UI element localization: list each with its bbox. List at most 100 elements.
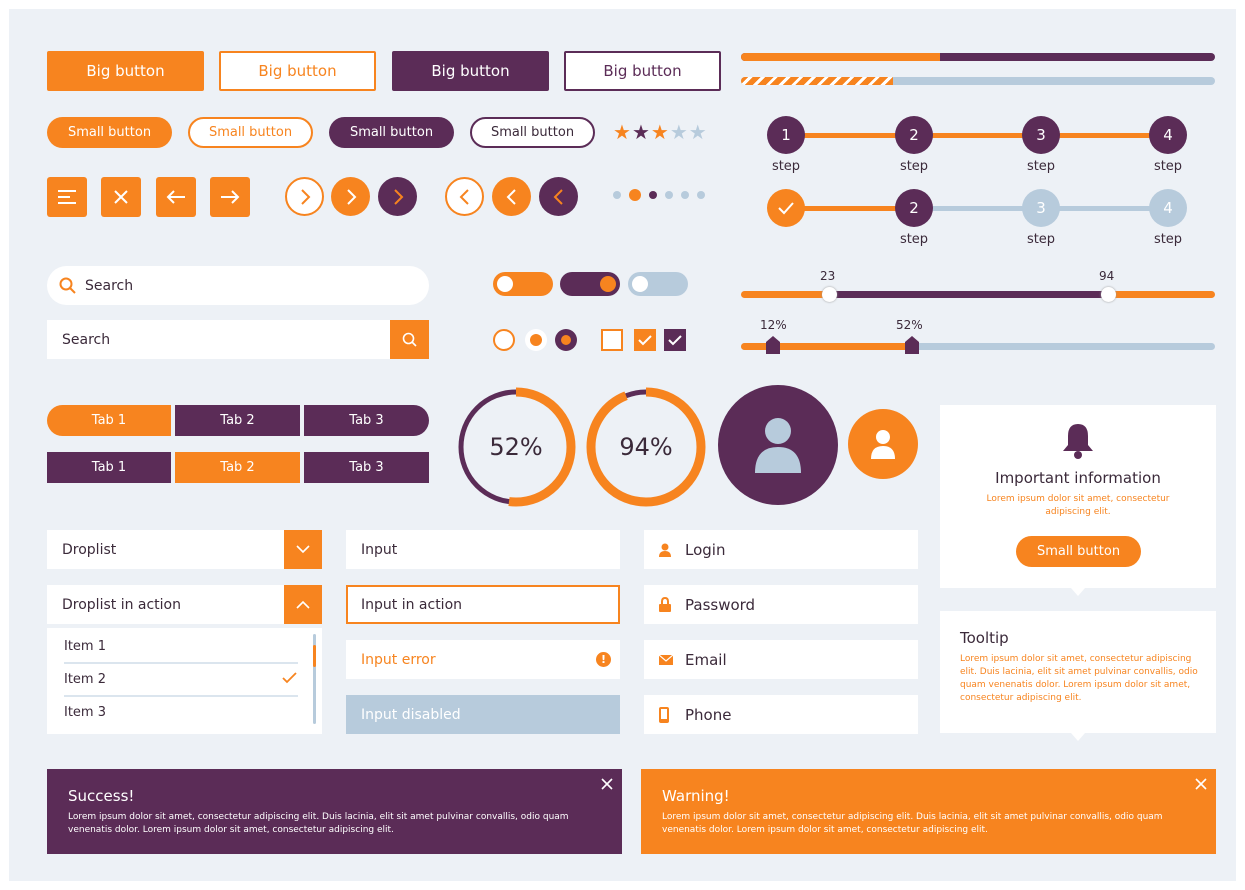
page-dot[interactable] xyxy=(681,191,689,199)
page-dot[interactable] xyxy=(649,191,657,199)
menu-button[interactable] xyxy=(47,177,87,217)
input-normal[interactable]: Input xyxy=(346,530,620,569)
tab-1[interactable]: Tab 1 xyxy=(47,452,171,483)
droplist-item[interactable]: Item 1 xyxy=(64,639,298,664)
login-field[interactable]: Login xyxy=(644,530,918,569)
droplist[interactable]: Droplist xyxy=(47,530,322,569)
search-input[interactable]: Search xyxy=(85,278,133,294)
marker-slider-handle-b[interactable] xyxy=(905,336,919,354)
warning-alert-body: Lorem ipsum dolor sit amet, consectetur … xyxy=(662,812,1163,835)
droplist-scrollbar[interactable] xyxy=(313,634,316,724)
small-button-outline-orange[interactable]: Small button xyxy=(188,117,313,148)
checkbox-checked-orange[interactable] xyxy=(634,329,656,351)
prev-button-orange[interactable] xyxy=(492,177,531,216)
tab-3[interactable]: Tab 3 xyxy=(304,452,429,483)
stepper-top-step-2[interactable]: 2 xyxy=(895,116,933,154)
prev-button-outline[interactable] xyxy=(445,177,484,216)
progress-ring-94: 94% xyxy=(586,387,706,507)
range-slider-handle-low[interactable] xyxy=(822,287,837,302)
radio-dot xyxy=(561,335,571,345)
tab-2-active[interactable]: Tab 2 xyxy=(175,452,300,483)
star-icon[interactable]: ★ xyxy=(613,120,632,144)
avatar-small[interactable] xyxy=(848,409,918,479)
toggle-orange[interactable] xyxy=(493,272,553,296)
marker-slider-handle-a[interactable] xyxy=(766,336,780,354)
stepper-bottom-step-2[interactable]: 2 xyxy=(895,189,933,227)
small-button-outline-purple[interactable]: Small button xyxy=(470,117,595,148)
next-button-purple[interactable] xyxy=(378,177,417,216)
close-button[interactable] xyxy=(101,177,141,217)
close-icon[interactable] xyxy=(601,778,613,790)
search-input[interactable]: Search xyxy=(62,332,110,348)
page-dot-active[interactable] xyxy=(629,189,641,201)
stepper-top-step-1[interactable]: 1 xyxy=(767,116,805,154)
droplist-toggle[interactable] xyxy=(284,530,322,569)
range-slider-low-label: 23 xyxy=(820,269,836,283)
radio-checked-orange[interactable] xyxy=(525,329,547,351)
progress-ring-graphic xyxy=(456,387,576,507)
next-button-orange[interactable] xyxy=(331,177,370,216)
input-text: Input error xyxy=(361,651,436,668)
progress-bar-striped xyxy=(741,77,1215,85)
page-dot[interactable] xyxy=(665,191,673,199)
tab-2[interactable]: Tab 2 xyxy=(175,405,300,436)
page-dot[interactable] xyxy=(613,191,621,199)
droplist-menu: Item 1 Item 2 Item 3 xyxy=(47,628,322,734)
search-bar-with-button[interactable]: Search xyxy=(47,320,429,359)
droplist-item[interactable]: Item 3 xyxy=(64,705,298,730)
next-button-outline[interactable] xyxy=(285,177,324,216)
star-icon[interactable]: ★ xyxy=(651,120,670,144)
radio-unchecked[interactable] xyxy=(493,329,515,351)
bell-icon xyxy=(1063,424,1093,459)
prev-button-purple[interactable] xyxy=(539,177,578,216)
close-icon[interactable] xyxy=(1195,778,1207,790)
toggle-disabled[interactable] xyxy=(628,272,688,296)
stepper-bottom-step-done[interactable] xyxy=(767,189,805,227)
range-slider-track[interactable] xyxy=(741,287,1215,302)
stepper-bottom-step-3[interactable]: 3 xyxy=(1022,189,1060,227)
checkbox-checked-purple[interactable] xyxy=(664,329,686,351)
checkbox-unchecked[interactable] xyxy=(601,329,623,351)
pagination-dots[interactable] xyxy=(613,189,705,201)
droplist-active[interactable]: Droplist in action xyxy=(47,585,322,624)
big-button-filled-orange[interactable]: Big button xyxy=(47,51,204,91)
small-button-filled-purple[interactable]: Small button xyxy=(329,117,454,148)
notification-body: Lorem ipsum dolor sit amet, consectetur … xyxy=(986,494,1170,517)
big-button-outline-orange[interactable]: Big button xyxy=(219,51,376,91)
big-button-filled-purple[interactable]: Big button xyxy=(392,51,549,91)
input-error[interactable]: Input error ! xyxy=(346,640,620,679)
small-button-filled-orange[interactable]: Small button xyxy=(47,117,172,148)
back-button[interactable] xyxy=(156,177,196,217)
big-button-outline-purple[interactable]: Big button xyxy=(564,51,721,91)
stepper-bottom-step-4[interactable]: 4 xyxy=(1149,189,1187,227)
tab-3[interactable]: Tab 3 xyxy=(304,405,429,436)
star-rating[interactable]: ★★★★★ xyxy=(613,120,708,144)
input-active[interactable]: Input in action xyxy=(346,585,620,624)
droplist-label: Droplist xyxy=(62,541,117,558)
star-icon[interactable]: ★ xyxy=(670,120,689,144)
marker-slider-track[interactable] xyxy=(741,336,1215,354)
search-bar-rounded[interactable]: Search xyxy=(47,266,429,305)
tab-1-active[interactable]: Tab 1 xyxy=(47,405,171,436)
phone-label: Phone xyxy=(685,705,732,724)
email-field[interactable]: Email xyxy=(644,640,918,679)
marker-slider-label-b: 52% xyxy=(896,318,923,332)
range-slider-handle-high[interactable] xyxy=(1101,287,1116,302)
droplist-scroll-thumb[interactable] xyxy=(313,645,316,667)
phone-field[interactable]: Phone xyxy=(644,695,918,734)
star-icon[interactable]: ★ xyxy=(689,120,708,144)
search-button[interactable] xyxy=(390,320,429,359)
chevron-up-icon xyxy=(296,600,310,609)
forward-button[interactable] xyxy=(210,177,250,217)
notification-button[interactable]: Small button xyxy=(1016,536,1141,567)
radio-checked-purple[interactable] xyxy=(555,329,577,351)
avatar-large[interactable] xyxy=(718,385,838,505)
star-icon[interactable]: ★ xyxy=(632,120,651,144)
toggle-purple[interactable] xyxy=(560,272,620,296)
droplist-item-selected[interactable]: Item 2 xyxy=(64,672,298,697)
stepper-top-step-4[interactable]: 4 xyxy=(1149,116,1187,154)
page-dot[interactable] xyxy=(697,191,705,199)
password-field[interactable]: Password xyxy=(644,585,918,624)
droplist-toggle[interactable] xyxy=(284,585,322,624)
stepper-top-step-3[interactable]: 3 xyxy=(1022,116,1060,154)
